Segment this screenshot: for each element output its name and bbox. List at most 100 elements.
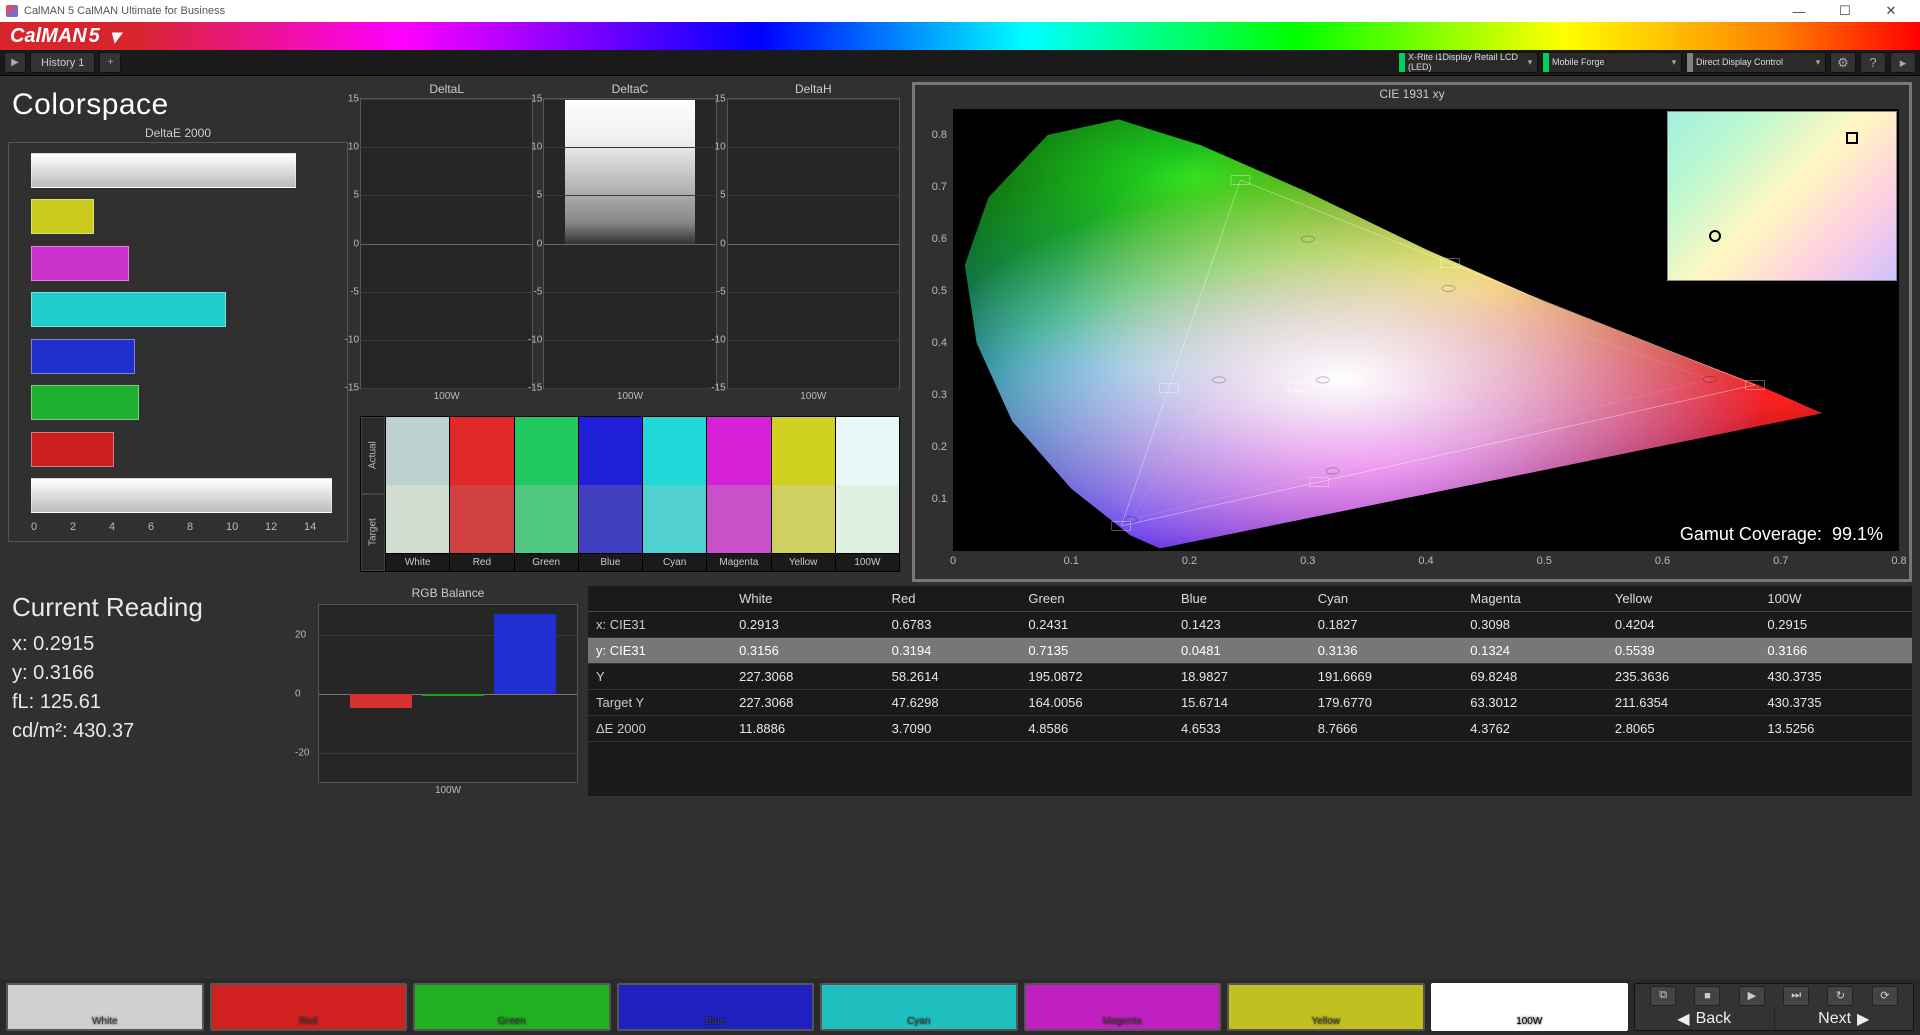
brand-bar: CalMAN 5 ▾ bbox=[0, 22, 1920, 50]
table-row[interactable]: ΔE 200011.88863.70904.85864.65338.76664.… bbox=[588, 716, 1912, 742]
swatch-actual-label: Actual bbox=[361, 417, 385, 494]
deltal-chart: DeltaL -15-10-5051015 100W bbox=[360, 82, 533, 402]
table-header bbox=[588, 586, 731, 612]
swatch-col-yellow: Yellow bbox=[771, 417, 835, 571]
repeat-button[interactable]: ↻ bbox=[1827, 986, 1853, 1006]
reading-cdm2: cd/m²: 430.37 bbox=[12, 720, 304, 743]
table-header: Green bbox=[1020, 586, 1173, 612]
skip-button[interactable]: ⏭ bbox=[1783, 986, 1809, 1006]
swatch-button-100w[interactable]: 100W bbox=[1431, 983, 1629, 1031]
loop-button[interactable]: ⟳ bbox=[1872, 986, 1898, 1006]
swatch-target bbox=[707, 485, 770, 553]
table-row[interactable]: x: CIE310.29130.67830.24310.14230.18270.… bbox=[588, 612, 1912, 638]
lower-row: Current Reading x: 0.2915 y: 0.3166 fL: … bbox=[8, 586, 1912, 796]
cie-title: CIE 1931 xy bbox=[915, 87, 1909, 101]
deltac-title: DeltaC bbox=[543, 82, 716, 96]
tab-history-1[interactable]: History 1 bbox=[30, 52, 95, 73]
swatch-button-magenta[interactable]: Magenta bbox=[1024, 983, 1222, 1031]
deltae2000-bar-green bbox=[31, 385, 139, 420]
swatch-target bbox=[579, 485, 642, 553]
playback-controls: ⧉ ■ ▶ ⏭ ↻ ⟳ bbox=[1635, 984, 1913, 1007]
swatch-button-green[interactable]: Green bbox=[413, 983, 611, 1031]
mid-column: DeltaL -15-10-5051015 100W DeltaC -15-10… bbox=[360, 82, 900, 582]
swatch-col-blue: Blue bbox=[578, 417, 642, 571]
table-header: Yellow bbox=[1607, 586, 1760, 612]
device-meter-button[interactable]: X-Rite i1Display Retail LCD (LED) ▾ bbox=[1398, 52, 1538, 73]
bottom-swatch-bar: WhiteRedGreenBlueCyanMagentaYellow100W ⧉… bbox=[0, 979, 1920, 1035]
swatch-actual bbox=[643, 417, 706, 485]
left-column: Colorspace DeltaE 2000 02468101214 bbox=[8, 82, 348, 582]
swatch-button-white[interactable]: White bbox=[6, 983, 204, 1031]
deltae2000-bar-red bbox=[31, 432, 114, 467]
collapse-button[interactable]: ▸ bbox=[1890, 52, 1916, 73]
back-button[interactable]: ◀Back bbox=[1635, 1009, 1774, 1029]
brand-version: 5 bbox=[89, 25, 100, 48]
table-header: Red bbox=[884, 586, 1021, 612]
reading-fl: fL: 125.61 bbox=[12, 691, 304, 714]
table-header: Magenta bbox=[1462, 586, 1607, 612]
current-reading-panel: Current Reading x: 0.2915 y: 0.3166 fL: … bbox=[8, 586, 308, 796]
swatch-label: Magenta bbox=[707, 553, 770, 571]
table-row[interactable]: Target Y227.306847.6298164.005615.671417… bbox=[588, 690, 1912, 716]
next-arrow-icon: ▶ bbox=[1857, 1009, 1869, 1029]
brand-logo[interactable]: CalMAN 5 ▾ bbox=[0, 22, 134, 50]
swatch-label: White bbox=[386, 553, 449, 571]
deltal-xlabel: 100W bbox=[360, 391, 533, 402]
device-source-label: Mobile Forge bbox=[1549, 57, 1667, 68]
deltae2000-bar-yellow bbox=[31, 199, 94, 234]
data-table: WhiteRedGreenBlueCyanMagentaYellow100Wx:… bbox=[588, 586, 1912, 796]
back-label: Back bbox=[1696, 1010, 1732, 1028]
swatch-target-label: Target bbox=[361, 494, 385, 571]
table-header: Blue bbox=[1173, 586, 1310, 612]
deltah-title: DeltaH bbox=[727, 82, 900, 96]
inset-marker-1 bbox=[1846, 132, 1858, 144]
stop-button[interactable]: ■ bbox=[1694, 986, 1720, 1006]
chevron-down-icon[interactable]: ▾ bbox=[1811, 57, 1825, 68]
deltae2000-bar-100w bbox=[31, 478, 332, 513]
swatch-actual bbox=[386, 417, 449, 485]
deltae2000-bar-cyan bbox=[31, 292, 226, 327]
nav-row: ◀Back Next▶ bbox=[1635, 1007, 1913, 1030]
swatch-target bbox=[515, 485, 578, 553]
rgb-balance-bar-g bbox=[422, 694, 484, 697]
window-maximize-button[interactable]: ☐ bbox=[1822, 0, 1868, 22]
help-button[interactable]: ? bbox=[1860, 52, 1886, 73]
swatch-target bbox=[643, 485, 706, 553]
deltac-bar bbox=[565, 99, 695, 244]
chevron-down-icon[interactable]: ▾ bbox=[1523, 57, 1537, 68]
device-display-button[interactable]: Direct Display Control ▾ bbox=[1686, 52, 1826, 73]
deltah-xlabel: 100W bbox=[727, 391, 900, 402]
swatch-label: Green bbox=[515, 553, 578, 571]
os-title: CalMAN 5 CalMAN Ultimate for Business bbox=[24, 5, 225, 17]
swatch-actual bbox=[579, 417, 642, 485]
swatch-col-green: Green bbox=[514, 417, 578, 571]
swatch-button-yellow[interactable]: Yellow bbox=[1227, 983, 1425, 1031]
swatch-button-blue[interactable]: Blue bbox=[617, 983, 815, 1031]
reading-y: y: 0.3166 bbox=[12, 662, 304, 685]
deltae2000-title: DeltaE 2000 bbox=[8, 126, 348, 140]
table-row[interactable]: Y227.306858.2614195.087218.9827191.66696… bbox=[588, 664, 1912, 690]
window-close-button[interactable]: ✕ bbox=[1868, 0, 1914, 22]
swatch-col-cyan: Cyan bbox=[642, 417, 706, 571]
capture-button[interactable]: ⧉ bbox=[1650, 986, 1676, 1006]
table-row[interactable]: y: CIE310.31560.31940.71350.04810.31360.… bbox=[588, 638, 1912, 664]
next-button[interactable]: Next▶ bbox=[1775, 1009, 1914, 1029]
settings-button[interactable]: ⚙ bbox=[1830, 52, 1856, 73]
tab-play-button[interactable]: ▶ bbox=[4, 52, 26, 73]
swatch-button-cyan[interactable]: Cyan bbox=[820, 983, 1018, 1031]
swatch-button-red[interactable]: Red bbox=[210, 983, 408, 1031]
gamut-coverage-label: Gamut Coverage: 99.1% bbox=[1668, 520, 1895, 549]
play-button[interactable]: ▶ bbox=[1739, 986, 1765, 1006]
swatch-target bbox=[836, 485, 899, 553]
chevron-down-icon[interactable]: ▾ bbox=[1667, 57, 1681, 68]
nav-control-group: ⧉ ■ ▶ ⏭ ↻ ⟳ ◀Back Next▶ bbox=[1634, 983, 1914, 1031]
deltac-chart: DeltaC -15-10-5051015 100W bbox=[543, 82, 716, 402]
tab-add-button[interactable]: + bbox=[99, 52, 121, 73]
brand-menu-dropdown-icon[interactable]: ▾ bbox=[106, 27, 124, 45]
content-area: Colorspace DeltaE 2000 02468101214 Delta… bbox=[0, 76, 1920, 979]
window-minimize-button[interactable]: — bbox=[1776, 0, 1822, 22]
gamut-coverage-text: Gamut Coverage: bbox=[1680, 524, 1822, 544]
app-icon bbox=[6, 5, 18, 17]
device-source-button[interactable]: Mobile Forge ▾ bbox=[1542, 52, 1682, 73]
deltae2000-bar-blue bbox=[31, 339, 135, 374]
